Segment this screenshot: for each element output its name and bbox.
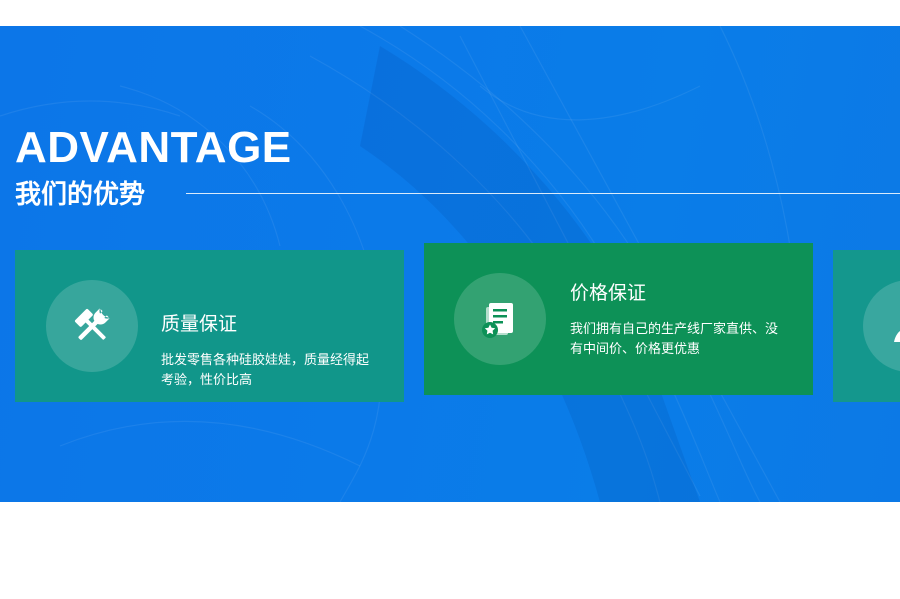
tools-icon [74,308,110,340]
card-description: 批发零售各种硅胶娃娃，质量经得起考验，性价比高 [161,353,370,388]
card-icon-background [46,280,138,372]
user-icon [894,330,900,342]
card-partial[interactable] [833,250,900,402]
page: ADVANTAGE 我们的优势 质量保证 批发零售各种硅胶娃娃，质量经得起考验，… [0,0,900,599]
advantage-heading-en: ADVANTAGE [15,123,292,172]
card-icon-background [454,273,546,365]
advantage-heading-cn: 我们的优势 [15,180,146,210]
card-quality-guarantee[interactable]: 质量保证 批发零售各种硅胶娃娃，质量经得起考验，性价比高 [15,250,404,402]
card-description: 我们拥有自己的生产线厂家直供、没有中间价、价格更优惠 [570,322,779,357]
advantage-banner: ADVANTAGE 我们的优势 质量保证 批发零售各种硅胶娃娃，质量经得起考验，… [0,26,900,502]
card-title: 质量保证 [161,313,238,335]
card-icon-background [863,280,900,372]
card-title: 价格保证 [570,282,647,304]
card-price-guarantee[interactable]: 价格保证 我们拥有自己的生产线厂家直供、没有中间价、价格更优惠 [424,243,813,395]
heading-divider [186,193,900,194]
document-star-icon [482,303,513,338]
